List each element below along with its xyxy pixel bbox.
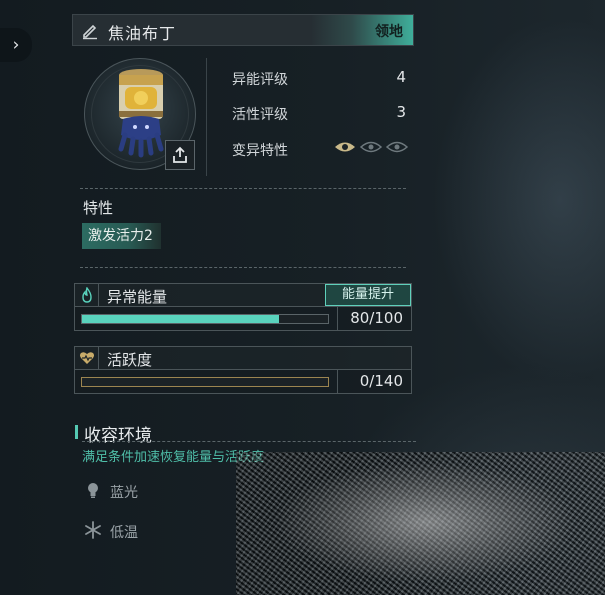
section-divider bbox=[80, 267, 406, 268]
ability-rating-value: 4 bbox=[396, 68, 406, 86]
share-button[interactable] bbox=[165, 140, 195, 170]
divider bbox=[206, 58, 207, 176]
eye-icon bbox=[335, 142, 355, 152]
edit-pencil-icon[interactable] bbox=[81, 22, 99, 40]
mutation-trait-label: 变异特性 bbox=[232, 143, 288, 159]
snowflake-icon bbox=[85, 521, 101, 539]
flame-icon bbox=[81, 287, 92, 303]
lightbulb-icon bbox=[88, 483, 98, 498]
ability-rating-label: 异能评级 bbox=[232, 72, 288, 88]
containment-title: 收容环境 bbox=[84, 426, 152, 446]
traits-title: 特性 bbox=[83, 199, 114, 217]
section-divider bbox=[82, 441, 416, 442]
activity-meter: 0/140 bbox=[74, 370, 412, 394]
activity-progress-bar bbox=[81, 377, 329, 387]
heartbeat-icon bbox=[79, 352, 94, 364]
condition-low-temperature: 低温 bbox=[110, 525, 138, 541]
activity-value: 0/140 bbox=[359, 372, 403, 390]
eye-icon bbox=[386, 141, 408, 153]
pet-name: 焦油布丁 bbox=[108, 24, 177, 43]
energy-progress-fill bbox=[82, 315, 279, 323]
condition-blue-light: 蓝光 bbox=[110, 485, 138, 501]
activity-meter-header: 活跃度 bbox=[74, 346, 412, 370]
territory-label[interactable]: 领地 bbox=[375, 21, 403, 41]
expand-panel-button[interactable]: › bbox=[0, 28, 32, 62]
share-icon bbox=[173, 146, 187, 163]
energy-title: 异常能量 bbox=[107, 288, 168, 306]
energy-progress-bar bbox=[81, 314, 329, 324]
section-marker bbox=[75, 425, 78, 439]
energy-value: 80/100 bbox=[350, 309, 403, 327]
obscured-region bbox=[236, 452, 605, 595]
energy-meter: 80/100 bbox=[74, 307, 412, 331]
eye-icon bbox=[360, 141, 382, 153]
pet-name-header: 焦油布丁 领地 bbox=[72, 14, 414, 46]
activity-rating-value: 3 bbox=[396, 103, 406, 121]
energy-meter-header: 异常能量 能量提升 bbox=[74, 283, 412, 307]
mutation-eye-indicators bbox=[334, 140, 408, 154]
trait-chip[interactable]: 激发活力2 bbox=[82, 223, 161, 249]
energy-boost-button[interactable]: 能量提升 bbox=[325, 284, 411, 306]
chevron-right-icon: › bbox=[12, 35, 20, 55]
activity-rating-label: 活性评级 bbox=[232, 107, 288, 123]
section-divider bbox=[80, 188, 406, 189]
activity-title: 活跃度 bbox=[107, 351, 153, 369]
